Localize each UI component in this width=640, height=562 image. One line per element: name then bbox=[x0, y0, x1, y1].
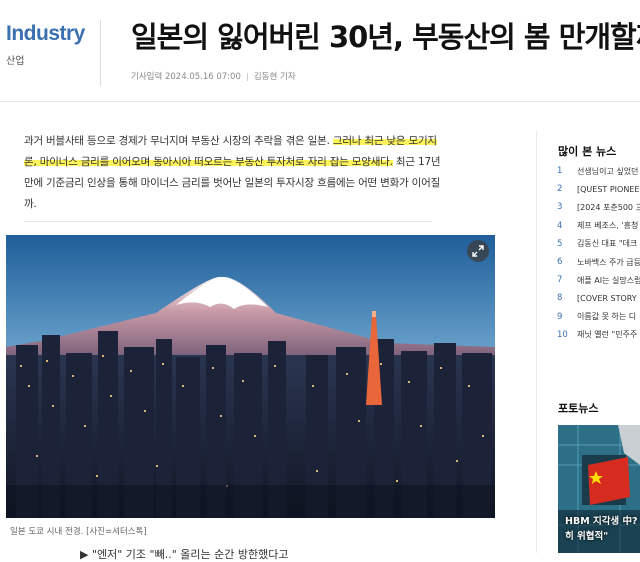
photo-caption: 일본 도쿄 시내 전경. [사진=셔터스톡] bbox=[10, 527, 147, 537]
rank-title[interactable]: 제프 베조스, '흥청 bbox=[577, 220, 638, 231]
article-next-line: ▶ "엔저" 기조 "빼.." 올리는 순간 방한했다고 bbox=[80, 548, 289, 561]
most-read-item[interactable]: 8 [COVER STORY | bbox=[557, 289, 640, 307]
rank-title[interactable]: [COVER STORY | bbox=[577, 294, 640, 303]
rank-number: 4 bbox=[557, 220, 563, 231]
article-byline: 기사입력 2024.05.16 07:00 김동현 기자 bbox=[131, 70, 296, 82]
photo-news-caption-line-1: HBM 지각생 中? bbox=[565, 516, 638, 527]
rank-title[interactable]: 애플 AI는 실망스럽 bbox=[577, 275, 640, 286]
byline-separator bbox=[246, 72, 248, 81]
most-read-title: 많이 본 뉴스 bbox=[558, 145, 617, 158]
rank-title[interactable]: 재닛 옐런 "민주주 bbox=[577, 329, 637, 340]
most-read-item[interactable]: 1 선생님이고 싶었던 bbox=[557, 162, 640, 180]
most-read-item[interactable]: 5 김동신 대표 "데크 bbox=[557, 235, 640, 253]
section-subtitle[interactable]: 산업 bbox=[6, 52, 24, 67]
sidebar-divider bbox=[536, 130, 537, 553]
most-read-item[interactable]: 7 애플 AI는 실망스럽 bbox=[557, 271, 640, 289]
article-photo bbox=[6, 235, 495, 518]
rank-number: 2 bbox=[557, 184, 563, 195]
rank-title[interactable]: 김동신 대표 "데크 bbox=[577, 238, 637, 249]
header-rule bbox=[0, 101, 640, 102]
rank-title[interactable]: 이름값 못 하는 디 bbox=[577, 311, 636, 322]
header-divider bbox=[100, 20, 101, 86]
rank-title[interactable]: [QUEST PIONEER bbox=[577, 185, 640, 194]
rank-number: 1 bbox=[557, 166, 563, 177]
rank-title[interactable]: 선생님이고 싶었던 bbox=[577, 166, 638, 177]
rank-number: 5 bbox=[557, 238, 563, 249]
lead-rule bbox=[24, 221, 432, 222]
most-read-item[interactable]: 4 제프 베조스, '흥청 bbox=[557, 217, 640, 235]
article-author[interactable]: 김동현 기자 bbox=[254, 72, 296, 82]
rank-number: 10 bbox=[557, 329, 568, 340]
most-read-item[interactable]: 10 재닛 옐런 "민주주 bbox=[557, 326, 640, 344]
rank-number: 7 bbox=[557, 275, 563, 286]
rank-title[interactable]: 노바백스 주가 급등 bbox=[577, 257, 640, 268]
photo-news-title: 포토뉴스 bbox=[558, 402, 599, 415]
article-lead: 과거 버블사태 등으로 경제가 무너지며 부동산 시장의 추락을 겪은 일본. … bbox=[24, 131, 444, 215]
rank-number: 9 bbox=[557, 311, 563, 322]
rank-title[interactable]: [2024 포춘500 三 bbox=[577, 202, 640, 213]
expand-icon bbox=[472, 245, 484, 257]
article-title: 일본의 잃어버린 30년, 부동산의 봄 만개할까 bbox=[131, 20, 640, 54]
section-name[interactable]: Industry bbox=[6, 22, 85, 46]
rank-number: 8 bbox=[557, 293, 563, 304]
photo-news-caption[interactable]: HBM 지각생 中? 히 위협적" bbox=[565, 514, 638, 544]
expand-photo-button[interactable] bbox=[467, 240, 489, 262]
lead-text-1: 과거 버블사태 등으로 경제가 무너지며 부동산 시장의 추락을 겪은 일본. bbox=[24, 135, 330, 147]
most-read-item[interactable]: 9 이름값 못 하는 디 bbox=[557, 308, 640, 326]
most-read-item[interactable]: 2 [QUEST PIONEER bbox=[557, 180, 640, 198]
most-read-item[interactable]: 3 [2024 포춘500 三 bbox=[557, 198, 640, 216]
most-read-item[interactable]: 6 노바백스 주가 급등 bbox=[557, 253, 640, 271]
rank-number: 3 bbox=[557, 202, 563, 213]
rank-number: 6 bbox=[557, 257, 563, 268]
most-read-list: 1 선생님이고 싶었던 2 [QUEST PIONEER 3 [2024 포춘500 … bbox=[557, 162, 640, 344]
tokyo-fuji-illustration bbox=[6, 235, 495, 518]
article-date: 기사입력 2024.05.16 07:00 bbox=[131, 72, 241, 82]
photo-news-caption-line-2: 히 위협적" bbox=[565, 531, 609, 542]
